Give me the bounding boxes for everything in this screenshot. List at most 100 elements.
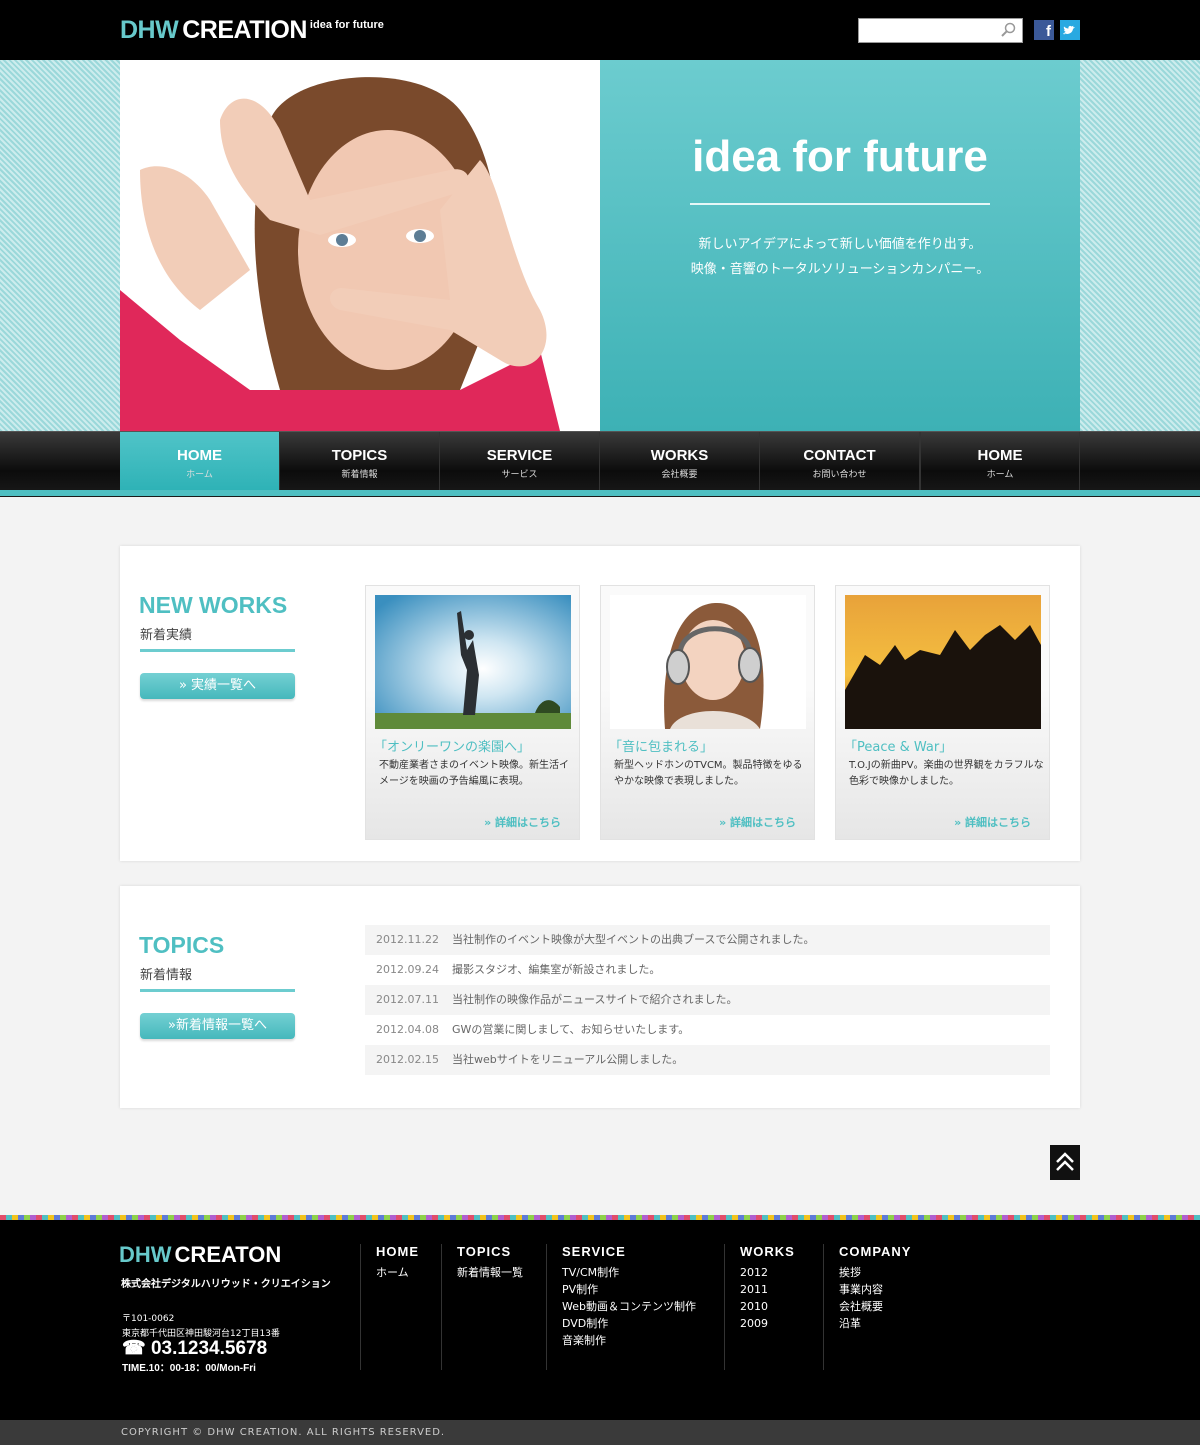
search-box <box>858 18 1023 43</box>
nav-label: SERVICE <box>486 447 553 464</box>
nav-sublabel: お問い合わせ <box>812 470 867 480</box>
topic-row[interactable]: 2012.04.08 GWの営業に関しまして、お知らせいたします。 <box>365 1015 1050 1045</box>
footer-col-heading[interactable]: COMPANY <box>839 1244 943 1259</box>
hero-title: idea for future <box>692 132 988 181</box>
topic-date: 2012.04.08 <box>376 1023 439 1036</box>
footer-postal: 〒101-0062 <box>122 1314 175 1324</box>
footer-link[interactable]: 会社概要 <box>839 1298 943 1315</box>
works-list-button[interactable]: » 実績一覧へ <box>140 673 295 699</box>
hero-line-1: 新しいアイデアによって新しい価値を作り出す。 <box>698 237 982 252</box>
nav-sublabel: 新着情報 <box>341 470 378 480</box>
header-bar: DHW CREATION idea for future f <box>0 0 1200 60</box>
topics-list-button[interactable]: »新着情報一覧へ <box>140 1013 295 1039</box>
works-divider <box>140 649 295 652</box>
topic-date: 2012.11.22 <box>376 933 439 946</box>
topic-date: 2012.07.11 <box>376 993 439 1006</box>
hero-banner: idea for future 新しいアイデアによって新しい価値を作り出す。 映… <box>0 60 1200 431</box>
footer-col-heading[interactable]: TOPICS <box>457 1244 547 1259</box>
footer-company-name: 株式会社デジタルハリウッド・クリエイション <box>121 1279 331 1290</box>
footer-link[interactable]: 音楽制作 <box>562 1332 724 1349</box>
nav-works[interactable]: WORKS 会社概要 <box>600 432 760 491</box>
topics-section: TOPICS 新着情報 »新着情報一覧へ 2012.11.22 当社制作のイベン… <box>120 886 1080 1108</box>
work-detail-link[interactable]: » 詳細はこちら <box>954 814 1031 830</box>
work-description: T.O.Jの新曲PV。楽曲の世界観をカラフルな色彩で映像かしました。 <box>849 760 1044 787</box>
site-logo[interactable]: DHW CREATION idea for future <box>120 16 384 46</box>
works-subtitle: 新着実績 <box>140 628 193 643</box>
topic-text[interactable]: 撮影スタジオ、編集室が新設されました。 <box>452 955 660 985</box>
topic-text[interactable]: 当社webサイトをリニューアル公開しました。 <box>452 1045 683 1075</box>
work-card[interactable]: 「音に包まれる」 新型ヘッドホンのTVCM。製品特徴をゆるやかな映像で表現しまし… <box>600 585 815 840</box>
logo-tagline: idea for future <box>309 19 384 31</box>
search-input[interactable] <box>859 19 995 42</box>
work-description: 不動産業者さまのイベント映像。新生活イメージを映画の予告編風に表現。 <box>379 760 569 787</box>
footer-link[interactable]: 2009 <box>740 1315 823 1332</box>
topic-row[interactable]: 2012.11.22 当社制作のイベント映像が大型イベントの出典ブースで公開され… <box>365 925 1050 955</box>
footer-link[interactable]: 2010 <box>740 1298 823 1315</box>
nav-accent-bar <box>0 490 1200 496</box>
hero-line-2: 映像・音響のトータルソリューションカンパニー。 <box>690 262 990 277</box>
footer-link[interactable]: ホーム <box>376 1264 441 1281</box>
footer-logo-dhw: DHW <box>119 1242 172 1267</box>
footer-link[interactable]: TV/CM制作 <box>562 1264 724 1281</box>
topic-text[interactable]: 当社制作の映像作品がニュースサイトで紹介されました。 <box>452 985 737 1015</box>
footer: DHW CREATON 株式会社デジタルハリウッド・クリエイション 〒101-00… <box>0 1220 1200 1420</box>
copyright: COPYRIGHT © DHW CREATION. ALL RIGHTS RES… <box>0 1420 1200 1445</box>
footer-link[interactable]: 新着情報一覧 <box>457 1264 547 1281</box>
search-icon[interactable] <box>1000 22 1016 38</box>
topic-text[interactable]: GWの営業に関しまして、お知らせいたします。 <box>452 1015 689 1045</box>
work-image[interactable] <box>610 595 806 729</box>
nav-label: HOME <box>177 447 222 464</box>
nav-contact[interactable]: CONTACT お問い合わせ <box>760 432 920 491</box>
work-detail-link[interactable]: » 詳細はこちら <box>484 814 561 830</box>
nav-label: TOPICS <box>331 447 388 464</box>
footer-col-heading[interactable]: HOME <box>376 1244 441 1259</box>
footer-col-works: WORKS 2012 2011 2010 2009 <box>724 1244 823 1370</box>
nav-label: CONTACT <box>803 447 876 464</box>
footer-col-home: HOME ホーム <box>360 1244 441 1370</box>
page-top-button[interactable] <box>1050 1145 1080 1180</box>
work-image[interactable] <box>375 595 571 729</box>
footer-link[interactable]: 沿革 <box>839 1315 943 1332</box>
nav-sublabel: サービス <box>501 470 538 480</box>
work-title: 「Peace & War」 <box>844 740 953 755</box>
nav-home-2[interactable]: HOME ホーム <box>920 432 1080 491</box>
nav-service[interactable]: SERVICE サービス <box>440 432 600 491</box>
topic-row[interactable]: 2012.09.24 撮影スタジオ、編集室が新設されました。 <box>365 955 1050 985</box>
footer-logo[interactable]: DHW CREATON <box>119 1242 281 1268</box>
work-card[interactable]: 「オンリーワンの楽園へ」 不動産業者さまのイベント映像。新生活イメージを映画の予… <box>365 585 580 840</box>
twitter-icon[interactable] <box>1060 20 1080 40</box>
works-title: NEW WORKS <box>139 592 288 618</box>
topic-date: 2012.09.24 <box>376 963 439 976</box>
nav-topics[interactable]: TOPICS 新着情報 <box>280 432 440 491</box>
footer-link[interactable]: 挨拶 <box>839 1264 943 1281</box>
footer-col-heading[interactable]: SERVICE <box>562 1244 724 1259</box>
footer-link[interactable]: DVD制作 <box>562 1315 724 1332</box>
topic-row[interactable]: 2012.02.15 当社webサイトをリニューアル公開しました。 <box>365 1045 1050 1075</box>
hero-divider <box>690 203 990 205</box>
footer-link[interactable]: PV制作 <box>562 1281 724 1298</box>
hero-woman-image <box>120 60 600 431</box>
footer-logo-creaton: CREATON <box>174 1242 282 1267</box>
nav-sublabel: ホーム <box>186 470 213 480</box>
footer-link[interactable]: 2011 <box>740 1281 823 1298</box>
footer-link[interactable]: Web動画＆コンテンツ制作 <box>562 1298 724 1315</box>
hero-description: 新しいアイデアによって新しい価値を作り出す。 映像・音響のトータルソリューション… <box>600 232 1080 282</box>
nav-sublabel: ホーム <box>986 470 1014 480</box>
topic-row[interactable]: 2012.07.11 当社制作の映像作品がニュースサイトで紹介されました。 <box>365 985 1050 1015</box>
work-card[interactable]: 「Peace & War」 T.O.Jの新曲PV。楽曲の世界観をカラフルな色彩で… <box>835 585 1050 840</box>
work-description: 新型ヘッドホンのTVCM。製品特徴をゆるやかな映像で表現しました。 <box>614 760 803 787</box>
footer-link[interactable]: 事業内容 <box>839 1281 943 1298</box>
facebook-icon[interactable]: f <box>1034 20 1054 40</box>
nav-label: WORKS <box>650 447 709 464</box>
logo-text-creation: CREATION <box>182 16 307 44</box>
nav-home[interactable]: HOME ホーム <box>120 432 280 491</box>
work-detail-link[interactable]: » 詳細はこちら <box>719 814 796 830</box>
footer-col-heading[interactable]: WORKS <box>740 1244 823 1259</box>
footer-col-topics: TOPICS 新着情報一覧 <box>441 1244 547 1370</box>
hero-photo <box>120 60 600 431</box>
topic-text[interactable]: 当社制作のイベント映像が大型イベントの出典ブースで公開されました。 <box>452 925 814 955</box>
footer-link[interactable]: 2012 <box>740 1264 823 1281</box>
work-image[interactable] <box>845 595 1041 729</box>
work-title: 「音に包まれる」 <box>609 740 714 755</box>
topics-divider <box>140 989 295 992</box>
